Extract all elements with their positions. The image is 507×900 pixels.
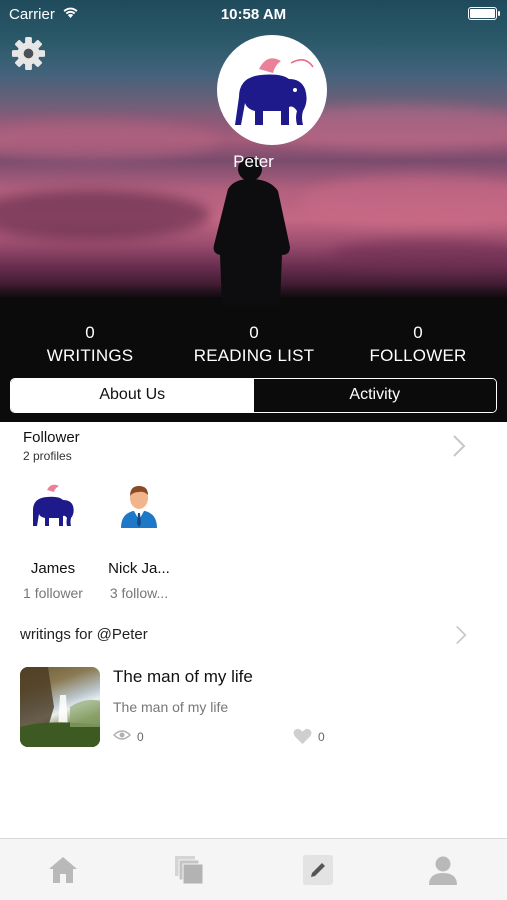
stat-label: FOLLOWER	[369, 346, 467, 365]
follower-section-header[interactable]: Follower 2 profiles	[23, 429, 80, 463]
heart-icon[interactable]	[293, 728, 312, 745]
elephant-icon	[33, 484, 74, 526]
tab-activity[interactable]: Activity	[253, 379, 496, 412]
library-icon[interactable]	[172, 853, 206, 887]
profile-icon[interactable]	[426, 853, 460, 887]
profile-follower-count: 3 follow...	[109, 585, 169, 601]
tab-bar	[0, 838, 507, 900]
stat-reading-list[interactable]: 0 READING LIST	[188, 323, 320, 366]
stat-label: READING LIST	[193, 346, 315, 365]
profile-avatar[interactable]	[217, 35, 327, 145]
stat-label: WRITINGS	[46, 346, 134, 365]
view-count: 0	[137, 730, 144, 744]
profile-name: Nick Ja...	[108, 560, 170, 577]
stat-value: 0	[85, 323, 95, 342]
stat-follower[interactable]: 0 FOLLOWER	[362, 323, 474, 366]
follower-title: Follower	[23, 429, 80, 446]
follower-profile[interactable]: Nick Ja... 3 follow...	[89, 480, 189, 601]
writing-thumbnail	[20, 667, 100, 747]
segmented-control: About Us Activity	[10, 378, 497, 413]
chevron-right-icon[interactable]	[455, 624, 467, 646]
tab-about-us[interactable]: About Us	[11, 379, 254, 412]
writing-title: The man of my life	[113, 667, 253, 686]
profile-follower-count: 1 follower	[23, 585, 83, 601]
stat-value: 0	[413, 323, 423, 342]
businessman-icon	[121, 486, 157, 528]
clock: 10:58 AM	[220, 6, 287, 23]
write-icon[interactable]	[301, 853, 335, 887]
profile-header: Carrier 10:58 AM Peter 0 WRITINGS 0 READ…	[0, 0, 507, 422]
follower-count: 2 profiles	[23, 449, 72, 463]
like-count: 0	[318, 730, 325, 744]
profile-name: James	[30, 560, 76, 577]
stat-value: 0	[249, 323, 259, 342]
eye-icon	[113, 730, 131, 740]
follower-profile[interactable]: James 1 follower	[3, 480, 103, 601]
writing-card[interactable]: The man of my life The man of my life 0 …	[20, 665, 487, 749]
writings-section-title[interactable]: writings for @Peter	[20, 626, 148, 643]
battery-icon	[468, 7, 500, 20]
profile-stats: 0 WRITINGS 0 READING LIST 0 FOLLOWER	[0, 323, 507, 369]
chevron-right-icon[interactable]	[452, 434, 466, 458]
home-icon[interactable]	[46, 853, 80, 887]
profile-name: Peter	[233, 152, 274, 171]
elephant-logo-icon	[235, 58, 314, 125]
stat-writings[interactable]: 0 WRITINGS	[34, 323, 146, 366]
status-bar: Carrier 10:58 AM	[0, 0, 507, 28]
writing-subtitle: The man of my life	[113, 699, 229, 715]
silhouette-image	[213, 157, 290, 305]
settings-gear-icon[interactable]	[11, 36, 46, 71]
